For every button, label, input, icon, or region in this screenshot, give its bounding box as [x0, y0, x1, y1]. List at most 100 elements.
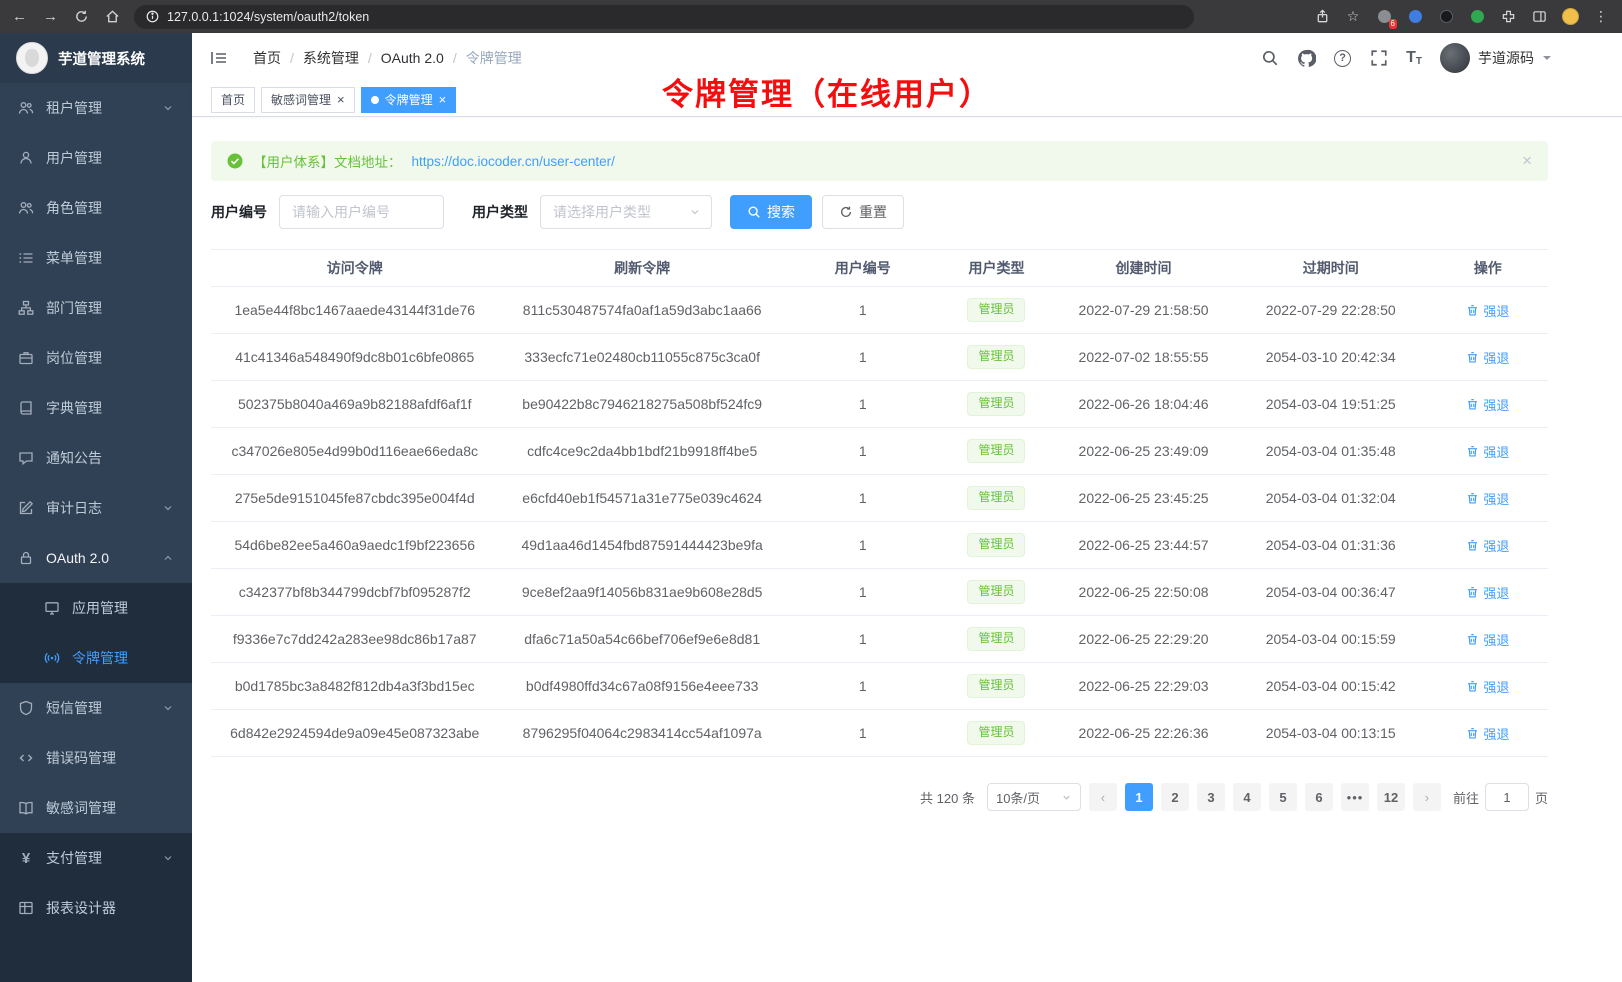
force-logout-label: 强退	[1483, 724, 1509, 743]
sidebar-item-dict[interactable]: 字典管理	[0, 383, 192, 433]
user-type-tag: 管理员	[967, 486, 1025, 510]
created-time-cell: 2022-06-25 23:44:57	[1053, 522, 1233, 569]
blue-extension-icon[interactable]	[1406, 8, 1424, 26]
tab-sensitive-word[interactable]: 敏感词管理 ×	[261, 87, 355, 113]
puzzle-icon[interactable]	[1499, 8, 1517, 26]
force-logout-label: 强退	[1483, 536, 1509, 555]
page-button-5[interactable]: 5	[1269, 783, 1297, 811]
force-logout-button[interactable]: 强退	[1466, 536, 1509, 555]
breadcrumb-system[interactable]: 系统管理	[303, 48, 359, 68]
next-page-button[interactable]: ›	[1413, 783, 1441, 811]
page-button-2[interactable]: 2	[1161, 783, 1189, 811]
success-icon	[227, 153, 243, 169]
user-type-select[interactable]: 请选择用户类型	[540, 195, 712, 229]
search-icon[interactable]	[1260, 49, 1279, 68]
green-extension-icon[interactable]	[1468, 8, 1486, 26]
share-icon[interactable]	[1313, 8, 1331, 26]
page-button-3[interactable]: 3	[1197, 783, 1225, 811]
bookmark-star-icon[interactable]: ☆	[1344, 8, 1362, 26]
tab-token[interactable]: 令牌管理 ×	[361, 87, 457, 113]
profile-avatar[interactable]	[1561, 8, 1579, 26]
page-button-4[interactable]: 4	[1233, 783, 1261, 811]
expire-time-cell: 2054-03-04 01:35:48	[1234, 428, 1428, 475]
force-logout-button[interactable]: 强退	[1466, 724, 1509, 743]
sidebar-item-oauth2[interactable]: OAuth 2.0	[0, 533, 192, 583]
force-logout-button[interactable]: 强退	[1466, 348, 1509, 367]
force-logout-button[interactable]: 强退	[1466, 677, 1509, 696]
home-icon[interactable]	[105, 9, 120, 24]
app-logo-row[interactable]: 芋道管理系统	[0, 33, 192, 83]
refresh-token-cell: be90422b8c7946218275a508bf524fc9	[498, 381, 785, 428]
address-bar[interactable]: 127.0.0.1:1024/system/oauth2/token	[134, 5, 1194, 29]
sidebar-item-report-designer[interactable]: 报表设计器	[0, 883, 192, 933]
alert-close-icon[interactable]: ×	[1522, 151, 1532, 171]
tab-home[interactable]: 首页	[211, 87, 255, 113]
created-time-cell: 2022-06-25 22:29:20	[1053, 616, 1233, 663]
fullscreen-icon[interactable]	[1369, 49, 1388, 68]
col-refresh-token: 刷新令牌	[498, 250, 785, 287]
reload-icon[interactable]	[74, 9, 89, 24]
breadcrumb-oauth2[interactable]: OAuth 2.0	[381, 50, 444, 66]
more-pages-button[interactable]: •••	[1341, 783, 1369, 811]
action-cell: 强退	[1428, 616, 1548, 663]
force-logout-button[interactable]: 强退	[1466, 442, 1509, 461]
menu-label: 短信管理	[46, 698, 102, 718]
goto-page-input[interactable]	[1485, 783, 1529, 811]
user-menu[interactable]: 芋道源码	[1440, 43, 1552, 73]
user-id-cell: 1	[786, 569, 940, 616]
dark-extension-icon[interactable]	[1437, 8, 1455, 26]
sidebar-item-error-code[interactable]: 错误码管理	[0, 733, 192, 783]
doc-link[interactable]: https://doc.iocoder.cn/user-center/	[412, 154, 615, 169]
sidebar-collapse-icon[interactable]	[209, 48, 229, 68]
chevron-down-icon	[1061, 792, 1072, 803]
sidebar-item-notice[interactable]: 通知公告	[0, 433, 192, 483]
sidebar-item-menu[interactable]: 菜单管理	[0, 233, 192, 283]
sidebar-split-icon[interactable]	[1530, 8, 1548, 26]
created-time-cell: 2022-07-29 21:58:50	[1053, 287, 1233, 334]
page-button-12[interactable]: 12	[1377, 783, 1405, 811]
back-icon[interactable]: ←	[12, 8, 27, 25]
prev-page-button[interactable]: ‹	[1089, 783, 1117, 811]
sidebar-item-audit-log[interactable]: 审计日志	[0, 483, 192, 533]
reset-button[interactable]: 重置	[822, 195, 904, 229]
github-icon[interactable]	[1297, 49, 1316, 68]
tab-close-icon[interactable]: ×	[337, 93, 345, 106]
force-logout-button[interactable]: 强退	[1466, 395, 1509, 414]
search-button[interactable]: 搜索	[730, 195, 812, 229]
sidebar-item-oauth2-token[interactable]: 令牌管理	[0, 633, 192, 683]
action-cell: 强退	[1428, 663, 1548, 710]
page-size-select[interactable]: 10条/页	[987, 783, 1081, 811]
force-logout-button[interactable]: 强退	[1466, 630, 1509, 649]
browser-menu-icon[interactable]: ⋮	[1592, 8, 1610, 26]
refresh-token-cell: e6cfd40eb1f54571a31e775e039c4624	[498, 475, 785, 522]
font-size-icon[interactable]: TT	[1406, 49, 1422, 67]
tab-close-icon[interactable]: ×	[439, 93, 447, 106]
delete-icon	[1466, 633, 1479, 646]
force-logout-button[interactable]: 强退	[1466, 583, 1509, 602]
user-type-tag: 管理员	[967, 392, 1025, 416]
table-row: 275e5de9151045fe87cbdc395e004f4d e6cfd40…	[211, 475, 1548, 522]
extension-badged-icon[interactable]: 6	[1375, 8, 1393, 26]
sidebar-item-post[interactable]: 岗位管理	[0, 333, 192, 383]
sidebar-item-pay[interactable]: ¥ 支付管理	[0, 833, 192, 883]
force-logout-button[interactable]: 强退	[1466, 301, 1509, 320]
sidebar-item-role[interactable]: 角色管理	[0, 183, 192, 233]
help-icon[interactable]: ?	[1334, 50, 1351, 67]
sidebar-item-dept[interactable]: 部门管理	[0, 283, 192, 333]
user-id-input[interactable]	[279, 195, 444, 229]
forward-icon[interactable]: →	[43, 8, 58, 25]
info-icon[interactable]	[146, 10, 159, 23]
sidebar-item-sensitive-word[interactable]: 敏感词管理	[0, 783, 192, 833]
sidebar-item-oauth2-app[interactable]: 应用管理	[0, 583, 192, 633]
people-icon	[18, 200, 34, 216]
breadcrumb-current: 令牌管理	[466, 48, 522, 68]
sidebar-item-user[interactable]: 用户管理	[0, 133, 192, 183]
page-button-1[interactable]: 1	[1125, 783, 1153, 811]
tab-label: 敏感词管理	[271, 91, 331, 108]
sidebar-item-sms[interactable]: 短信管理	[0, 683, 192, 733]
user-type-tag: 管理员	[967, 674, 1025, 698]
sidebar-item-tenant[interactable]: 租户管理	[0, 83, 192, 133]
page-button-6[interactable]: 6	[1305, 783, 1333, 811]
force-logout-button[interactable]: 强退	[1466, 489, 1509, 508]
breadcrumb-home[interactable]: 首页	[253, 48, 281, 68]
